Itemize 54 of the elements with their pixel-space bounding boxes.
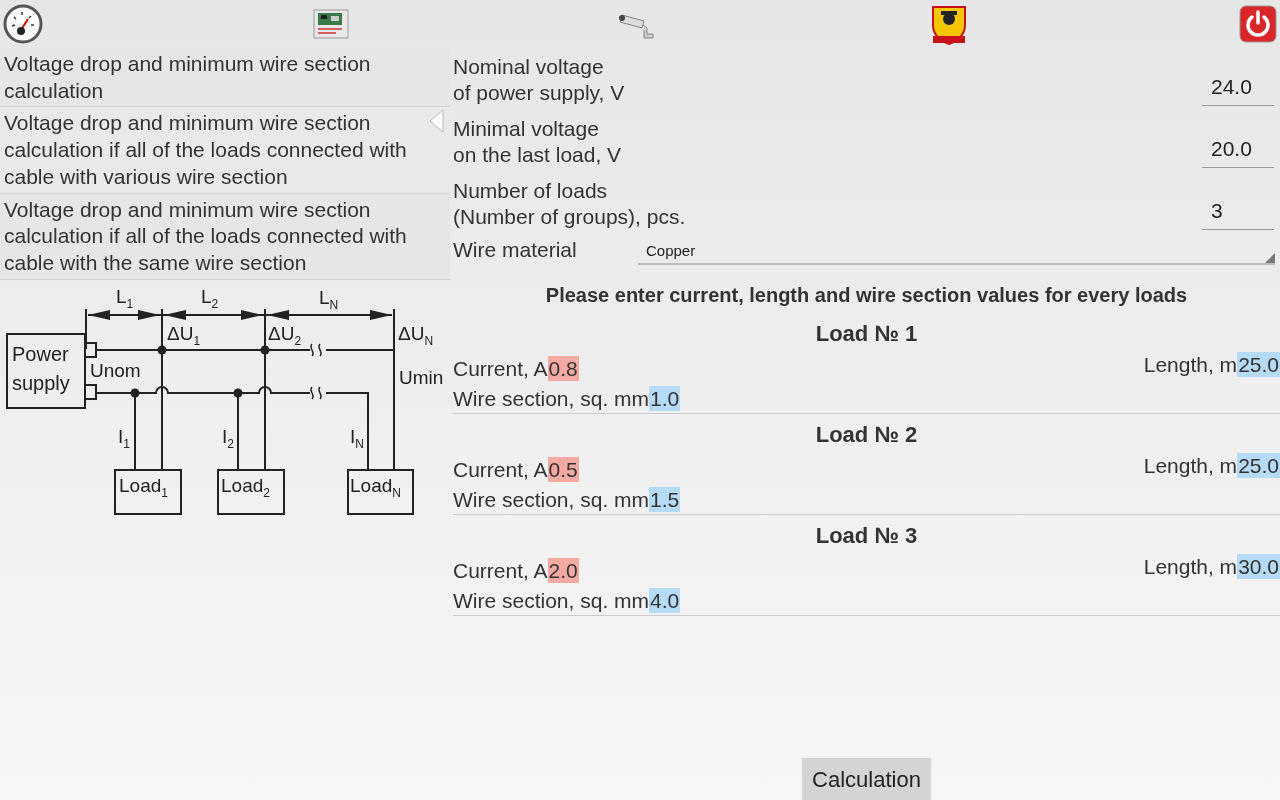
input-field[interactable]: 1.5 — [649, 487, 681, 512]
calculation-button[interactable]: Calculation — [803, 757, 930, 800]
input-field[interactable]: 3 — [1202, 199, 1274, 230]
selection-arrow-icon — [428, 109, 444, 134]
menu-item[interactable]: Voltage drop and minimum wire section calculation if all of the loads connected with cable with the same wire section — [0, 193, 450, 280]
diagram-label: Umin — [399, 367, 444, 388]
field-label: Current, A — [453, 357, 548, 380]
shield-badge-icon[interactable] — [929, 3, 969, 45]
diagram-label: Load$_{N}$ — [350, 475, 401, 502]
diagram-label: Load$_{2}$ — [221, 475, 270, 502]
diagram-label: Load$_{1}$ — [119, 475, 168, 502]
input-field[interactable]: 20.0 — [1202, 137, 1274, 168]
input-field[interactable]: 0.8 — [547, 356, 579, 381]
load-title: Load № 1 — [814, 321, 919, 347]
diagram-label: Unom — [90, 360, 141, 381]
circuit-board-icon[interactable] — [313, 9, 349, 39]
field-label: Length, m — [1143, 353, 1238, 376]
diagram-label: ΔU$_{1}$ — [167, 323, 201, 350]
field-label: Nominal voltage of power supply, V — [453, 54, 625, 106]
diagram-label: L$_{N}$ — [319, 287, 339, 314]
input-field[interactable]: 30.0 — [1237, 554, 1280, 579]
input-field[interactable]: 24.0 — [1202, 75, 1274, 106]
power-button[interactable] — [1239, 5, 1277, 43]
diagram-label: I$_{2}$ — [222, 426, 234, 453]
field-label: Minimal voltage on the last load, V — [453, 116, 622, 168]
input-field[interactable]: 2.0 — [547, 558, 579, 583]
menu-item[interactable]: Voltage drop and minimum wire section calculation if all of the loads connected with cable with various wire section — [0, 107, 450, 194]
field-label: Wire section, sq. mm — [453, 387, 650, 410]
gauge-icon[interactable] — [3, 4, 43, 44]
diagram-label: L$_{2}$ — [201, 286, 219, 313]
dropdown-corner-icon — [1265, 253, 1275, 263]
input-field[interactable]: 25.0 — [1237, 453, 1280, 478]
dropdown[interactable]: Copper — [638, 239, 1275, 265]
field-label: Current, A — [453, 559, 548, 582]
diagram-label: I$_{1}$ — [118, 426, 130, 453]
load-title: Load № 3 — [814, 523, 919, 549]
field-label: Current, A — [453, 458, 548, 481]
field-label: Length, m — [1143, 454, 1238, 477]
field-label: Wire material — [453, 237, 578, 263]
field-label: Wire section, sq. mm — [453, 589, 650, 612]
instruction-text: Please enter current, length and wire section values for every loads — [544, 284, 1189, 307]
field-label: Wire section, sq. mm — [453, 488, 650, 511]
diagram-label: I$_{N}$ — [350, 426, 364, 453]
input-field[interactable]: 1.0 — [649, 386, 681, 411]
diagram-label: ΔU$_{2}$ — [268, 323, 302, 350]
load-title: Load № 2 — [814, 422, 919, 448]
diagram-label: L$_{1}$ — [116, 286, 134, 313]
field-label: Length, m — [1143, 555, 1238, 578]
field-label: Number of loads (Number of groups), pcs. — [453, 178, 686, 230]
diagram-label: ΔU$_{N}$ — [398, 323, 434, 350]
input-field[interactable]: 0.5 — [547, 457, 579, 482]
input-field[interactable]: 25.0 — [1237, 352, 1280, 377]
diagram-label: Power supply — [12, 341, 71, 396]
input-field[interactable]: 4.0 — [649, 588, 681, 613]
